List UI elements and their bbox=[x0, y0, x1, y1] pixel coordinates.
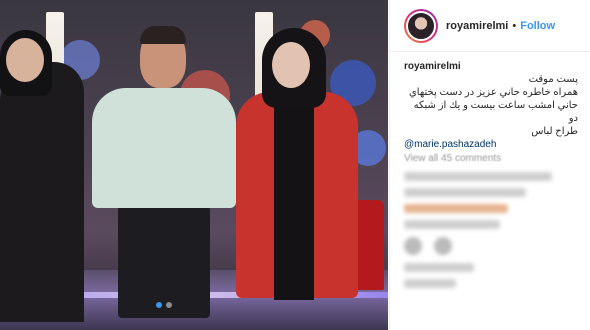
post-sidebar: royamirelmi • Follow royamirelmi پست موق… bbox=[389, 0, 590, 330]
carousel-dot[interactable] bbox=[156, 302, 162, 308]
person-middle-shirt bbox=[92, 88, 236, 208]
view-all-comments-link[interactable]: View all 45 comments bbox=[390, 151, 590, 164]
follow-button[interactable]: Follow bbox=[520, 20, 555, 32]
blurred-comment bbox=[404, 204, 509, 213]
caption-username[interactable]: royamirelmi bbox=[404, 61, 461, 72]
header-separator: • bbox=[512, 19, 517, 32]
blurred-action-icons bbox=[404, 237, 578, 255]
blurred-comment bbox=[404, 188, 526, 197]
post-photo[interactable] bbox=[0, 0, 388, 330]
caption-line: حاني امشب ساعت بيست و يك از شبكه دو bbox=[413, 100, 578, 124]
blurred-likes bbox=[404, 263, 474, 272]
comment-icon[interactable] bbox=[434, 237, 452, 255]
blurred-date bbox=[404, 279, 457, 288]
carousel-dots bbox=[156, 302, 172, 308]
person-middle-hair bbox=[140, 26, 186, 44]
person-left-face bbox=[6, 38, 44, 82]
like-icon[interactable] bbox=[404, 237, 422, 255]
person-right-face bbox=[272, 42, 310, 88]
post-caption: royamirelmi پست موقت همراه خاطره حاني عز… bbox=[390, 52, 590, 151]
caption-line: پست موقت bbox=[528, 74, 578, 85]
carousel-dot[interactable] bbox=[166, 302, 172, 308]
header-username[interactable]: royamirelmi bbox=[446, 20, 508, 32]
blurred-comments bbox=[390, 164, 590, 288]
avatar-image bbox=[406, 10, 436, 41]
caption-mention[interactable]: @marie.pashazadeh bbox=[404, 139, 496, 150]
avatar[interactable] bbox=[404, 8, 438, 43]
caption-line: همراه خاطره حاني عزيز در دست پختهاي bbox=[408, 87, 578, 98]
post-header: royamirelmi • Follow bbox=[390, 0, 590, 52]
person-right-dress bbox=[274, 94, 314, 300]
caption-line: طراح لباس bbox=[531, 126, 578, 137]
blurred-comment bbox=[404, 172, 552, 181]
blurred-comment bbox=[404, 220, 500, 229]
person-left-body bbox=[0, 62, 84, 322]
